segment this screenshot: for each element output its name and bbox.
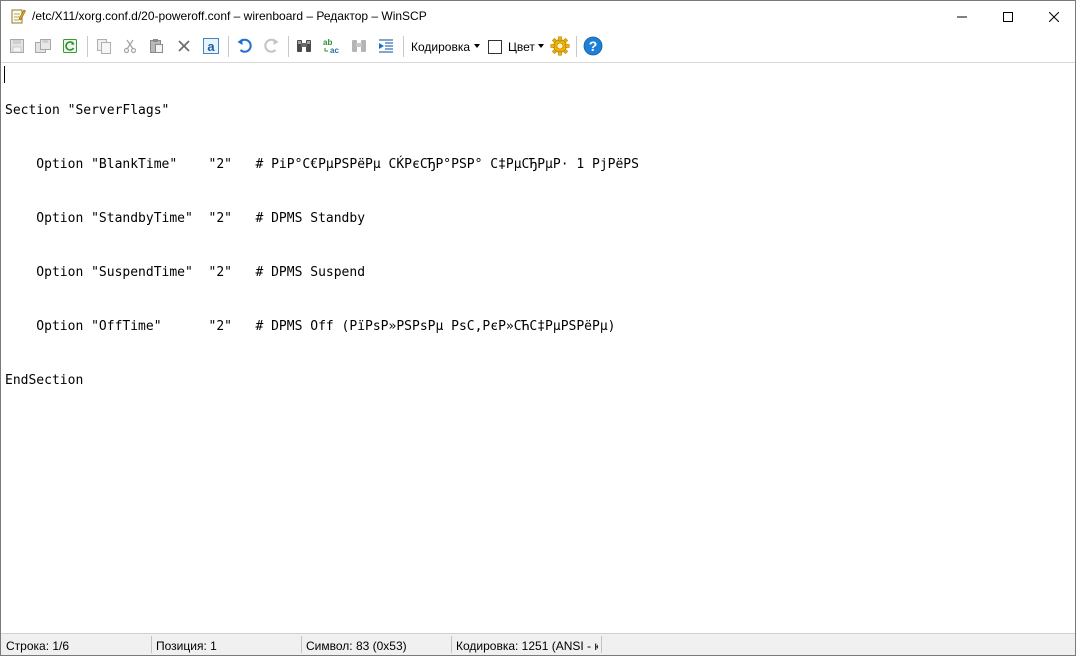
go-to-line-icon: [379, 39, 393, 53]
save-all-button[interactable]: [32, 35, 54, 57]
close-button[interactable]: [1031, 1, 1075, 32]
copy-button[interactable]: [93, 35, 115, 57]
close-icon: [1049, 11, 1059, 22]
cut-icon: [123, 39, 137, 54]
find-button[interactable]: [293, 35, 315, 57]
title-bar[interactable]: /etc/X11/xorg.conf.d/20-poweroff.conf – …: [1, 1, 1075, 32]
toolbar-separator: [288, 36, 289, 57]
status-separator: [451, 636, 452, 653]
color-checkbox[interactable]: [488, 40, 502, 54]
find-next-icon: [352, 40, 366, 52]
window-title: /etc/X11/xorg.conf.d/20-poweroff.conf – …: [32, 9, 427, 23]
editor-line[interactable]: Section "ServerFlags": [5, 102, 639, 120]
find-icon: [297, 40, 311, 52]
status-line: Строка: 1/6: [6, 639, 70, 653]
gear-icon: [550, 36, 570, 56]
replace-icon: ab ac: [323, 38, 339, 55]
editor-line[interactable]: EndSection: [5, 372, 639, 390]
status-encoding: Кодировка: 1251 (ANSI - к: [456, 639, 598, 653]
undo-icon: [237, 38, 252, 53]
toolbar-separator: [87, 36, 88, 57]
help-button[interactable]: ?: [582, 35, 604, 57]
save-all-icon: [35, 39, 51, 53]
reload-icon: [63, 39, 77, 53]
status-separator: [601, 636, 602, 653]
encoding-dropdown[interactable]: Кодировка: [411, 40, 470, 54]
select-all-button[interactable]: a: [200, 35, 222, 57]
status-bar: Строка: 1/6 Позиция: 1 Символ: 83 (0x53)…: [1, 633, 1075, 655]
redo-icon: [264, 38, 279, 53]
svg-text:a: a: [207, 39, 215, 54]
replace-button[interactable]: ab ac: [321, 35, 343, 57]
reload-button[interactable]: [59, 35, 81, 57]
status-separator: [151, 636, 152, 653]
status-position: Позиция: 1: [156, 639, 217, 653]
text-editor[interactable]: Section "ServerFlags" Option "BlankTime"…: [1, 63, 1075, 632]
cut-button[interactable]: [119, 35, 141, 57]
editor-content[interactable]: Section "ServerFlags" Option "BlankTime"…: [5, 66, 639, 426]
copy-icon: [97, 39, 111, 54]
toolbar-separator: [576, 36, 577, 57]
minimize-button[interactable]: [939, 1, 985, 32]
maximize-icon: [1003, 11, 1013, 22]
editor-line[interactable]: Option "BlankTime" "2" # РіР°С€РµРЅРёРµ …: [5, 156, 639, 174]
save-icon: [10, 39, 24, 53]
delete-button[interactable]: [173, 35, 195, 57]
save-button[interactable]: [6, 35, 28, 57]
svg-text:?: ?: [589, 38, 598, 54]
chevron-down-icon: [474, 44, 480, 48]
chevron-down-icon: [538, 44, 544, 48]
toolbar-separator: [403, 36, 404, 57]
toolbar-separator: [228, 36, 229, 57]
editor-line[interactable]: Option "OffTime" "2" # DPMS Off (РїРѕР»Р…: [5, 318, 639, 336]
editor-line[interactable]: Option "SuspendTime" "2" # DPMS Suspend: [5, 264, 639, 282]
preferences-button[interactable]: [549, 35, 571, 57]
find-next-button[interactable]: [348, 35, 370, 57]
editor-window: /etc/X11/xorg.conf.d/20-poweroff.conf – …: [0, 0, 1076, 656]
paste-button[interactable]: [145, 35, 167, 57]
undo-button[interactable]: [234, 35, 256, 57]
notepad-pencil-icon: [10, 8, 26, 24]
status-separator: [301, 636, 302, 653]
status-character: Символ: 83 (0x53): [306, 639, 407, 653]
svg-text:ac: ac: [330, 46, 339, 55]
redo-button[interactable]: [260, 35, 282, 57]
editor-line[interactable]: Option "StandbyTime" "2" # DPMS Standby: [5, 210, 639, 228]
maximize-button[interactable]: [985, 1, 1031, 32]
select-all-icon: a: [203, 38, 219, 54]
editor-toolbar: a ab ac Кодировка Цвет ?: [1, 32, 1075, 63]
minimize-icon: [957, 16, 967, 17]
delete-icon: [178, 40, 190, 52]
color-dropdown[interactable]: Цвет: [508, 40, 535, 54]
help-icon: ?: [583, 36, 603, 56]
go-to-line-button[interactable]: [375, 35, 397, 57]
paste-icon: [150, 39, 163, 53]
